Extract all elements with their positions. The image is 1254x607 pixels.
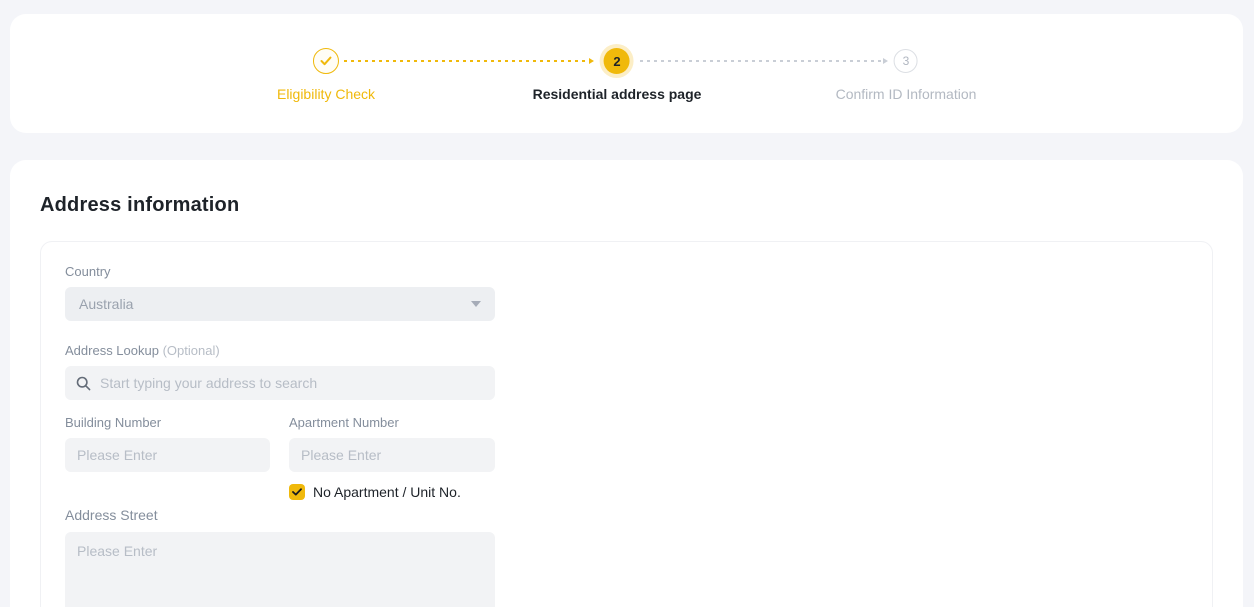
- step-number-badge: 2: [604, 48, 630, 74]
- building-number-label: Building Number: [65, 415, 270, 430]
- apartment-number-input[interactable]: [289, 438, 495, 472]
- building-number-input[interactable]: [65, 438, 270, 472]
- address-form-panel: Country Australia Address Lookup (Option…: [40, 241, 1213, 607]
- step-label-residential-address: Residential address page: [533, 86, 702, 102]
- chevron-down-icon: [471, 301, 481, 307]
- step-label-eligibility-check: Eligibility Check: [277, 86, 375, 102]
- country-select[interactable]: Australia: [65, 287, 495, 321]
- optional-tag: (Optional): [163, 343, 220, 358]
- step-label-confirm-id: Confirm ID Information: [836, 86, 977, 102]
- country-selected-value: Australia: [79, 296, 133, 312]
- step-eligibility-check[interactable]: Eligibility Check: [277, 44, 375, 102]
- search-icon: [76, 376, 91, 391]
- page-title: Address information: [40, 194, 1213, 217]
- step-confirm-id[interactable]: 3 Confirm ID Information: [836, 44, 977, 102]
- country-label: Country: [65, 264, 1188, 279]
- no-apartment-checkbox[interactable]: No Apartment / Unit No.: [289, 484, 495, 500]
- address-street-label: Address Street: [65, 507, 1188, 523]
- step-number-badge: 3: [894, 49, 918, 73]
- check-icon: [320, 56, 332, 66]
- apartment-number-label: Apartment Number: [289, 415, 495, 430]
- step-residential-address[interactable]: 2 Residential address page: [533, 44, 702, 102]
- step-complete-circle: [313, 48, 339, 74]
- address-street-textarea[interactable]: [65, 532, 495, 607]
- address-lookup-label: Address Lookup (Optional): [65, 343, 1188, 358]
- address-lookup-input[interactable]: [100, 375, 484, 391]
- checkbox-checked-icon: [289, 484, 305, 500]
- address-information-card: Address information Country Australia Ad…: [10, 160, 1243, 607]
- no-apartment-checkbox-label: No Apartment / Unit No.: [313, 484, 461, 500]
- stepper: Eligibility Check 2 Residential address …: [10, 14, 1243, 133]
- address-lookup-field: [65, 366, 495, 400]
